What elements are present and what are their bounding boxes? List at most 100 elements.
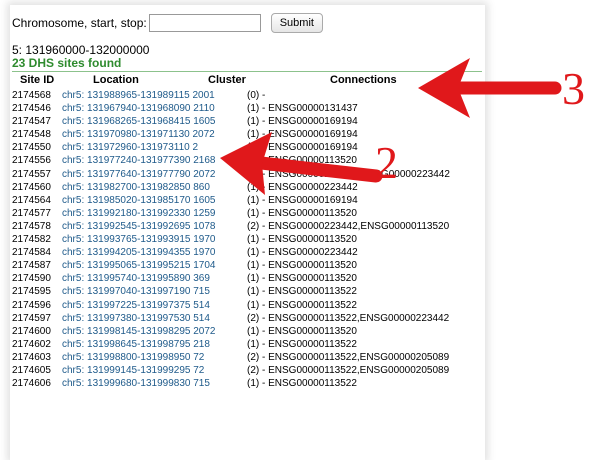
site-id-cell: 2174595 bbox=[12, 286, 51, 298]
cluster-link[interactable]: 2072 bbox=[193, 129, 215, 140]
column-header-location: Location bbox=[93, 74, 139, 86]
cluster-link[interactable]: 2 bbox=[193, 142, 199, 153]
connections-cell: (1) - ENSG00000113522 bbox=[247, 338, 357, 350]
cluster-link[interactable]: 860 bbox=[193, 182, 210, 193]
location-link[interactable]: chr5: 131972960-131973110 bbox=[62, 142, 190, 153]
cluster-link[interactable]: 1605 bbox=[193, 195, 215, 206]
region-input[interactable] bbox=[148, 14, 261, 32]
location-link[interactable]: chr5: 131999145-131999295 bbox=[62, 365, 190, 376]
connections-cell: (1) - ENSG00000169194 bbox=[247, 129, 358, 141]
site-id-cell: 2174603 bbox=[12, 351, 51, 363]
site-id-cell: 2174605 bbox=[12, 364, 51, 376]
connections-cell: (1) - ENSG00000169194 bbox=[247, 116, 358, 128]
location-link[interactable]: chr5: 131967940-131968090 bbox=[62, 103, 190, 114]
cluster-link[interactable]: 2072 bbox=[193, 169, 215, 180]
connections-cell: (1) - ENSG00000223442 bbox=[247, 247, 358, 259]
site-id-cell: 2174548 bbox=[12, 129, 51, 141]
table-row: 2174590 chr5: 131995740-131995890 369 (1) … bbox=[10, 272, 485, 285]
table-row: 2174578 chr5: 131992545-131992695 1078 (2)… bbox=[10, 220, 485, 233]
location-link[interactable]: chr5: 131997380-131997530 bbox=[62, 313, 190, 324]
header-divider bbox=[12, 71, 482, 72]
location-link[interactable]: chr5: 131999680-131999830 bbox=[62, 378, 190, 389]
connections-cell: (1) - ENSG00000113520 bbox=[247, 260, 357, 272]
location-link[interactable]: chr5: 131982700-131982850 bbox=[62, 182, 190, 193]
cluster-link[interactable]: 715 bbox=[193, 286, 210, 297]
location-cell: chr5: 131995740-131995890 369 bbox=[62, 272, 210, 285]
connections-cell: (1) - ENSG00000113522 bbox=[247, 286, 357, 298]
location-link[interactable]: chr5: 131995740-131995890 bbox=[62, 273, 190, 284]
location-link[interactable]: chr5: 131997040-131997190 bbox=[62, 286, 190, 297]
cluster-link[interactable]: 715 bbox=[193, 378, 210, 389]
location-link[interactable]: chr5: 131995065-131995215 bbox=[62, 260, 190, 271]
location-cell: chr5: 131982700-131982850 860 bbox=[62, 181, 210, 194]
connections-cell: (1) - ENSG00000169194 bbox=[247, 194, 358, 206]
table-row: 2174548 chr5: 131970980-131971130 2072 (1)… bbox=[10, 128, 485, 141]
connections-cell: (1) - ENSG00000131437 bbox=[247, 103, 358, 115]
location-link[interactable]: chr5: 131977640-131977790 bbox=[62, 169, 190, 180]
site-id-cell: 2174577 bbox=[12, 207, 51, 219]
cluster-link[interactable]: 2168 bbox=[193, 155, 215, 166]
cluster-link[interactable]: 2072 bbox=[193, 326, 215, 337]
location-cell: chr5: 131999680-131999830 715 bbox=[62, 377, 210, 390]
site-id-cell: 2174602 bbox=[12, 338, 51, 350]
location-link[interactable]: chr5: 131977240-131977390 bbox=[62, 155, 190, 166]
location-link[interactable]: chr5: 131994205-131994355 bbox=[62, 247, 190, 258]
table-row: 2174568 chr5: 131988965-131989115 2001 (0)… bbox=[10, 89, 485, 102]
submit-button[interactable]: Submit bbox=[270, 13, 323, 33]
table-row: 2174600 chr5: 131998145-131998295 2072 (1)… bbox=[10, 325, 485, 338]
cluster-link[interactable]: 514 bbox=[193, 300, 210, 311]
cluster-link[interactable]: 1704 bbox=[193, 260, 215, 271]
location-link[interactable]: chr5: 131998645-131998795 bbox=[62, 339, 190, 350]
location-link[interactable]: chr5: 131998145-131998295 bbox=[62, 326, 190, 337]
site-id-cell: 2174550 bbox=[12, 142, 51, 154]
cluster-link[interactable]: 1078 bbox=[193, 221, 215, 232]
cluster-link[interactable]: 2110 bbox=[193, 103, 215, 114]
location-link[interactable]: chr5: 131992180-131992330 bbox=[62, 208, 190, 219]
connections-cell: (2) - ENSG00000113522,ENSG00000205089 bbox=[247, 364, 450, 376]
location-link[interactable]: chr5: 131997225-131997375 bbox=[62, 300, 190, 311]
cluster-link[interactable]: 1970 bbox=[193, 234, 215, 245]
site-id-cell: 2174568 bbox=[12, 90, 51, 101]
cluster-link[interactable]: 1259 bbox=[193, 208, 215, 219]
site-id-cell: 2174590 bbox=[12, 273, 51, 285]
location-cell: chr5: 131997380-131997530 514 bbox=[62, 312, 210, 325]
site-id-cell: 2174596 bbox=[12, 299, 51, 311]
site-id-cell: 2174582 bbox=[12, 234, 51, 246]
table-row: 2174547 chr5: 131968265-131968415 1605 (1)… bbox=[10, 115, 485, 128]
location-cell: chr5: 131998145-131998295 2072 bbox=[62, 325, 215, 338]
browser-page: Chromosome, start, stop: Submit 5: 13196… bbox=[10, 5, 485, 460]
cluster-link[interactable]: 218 bbox=[193, 339, 210, 350]
location-cell: chr5: 131977640-131977790 2072 bbox=[62, 168, 215, 181]
location-link[interactable]: chr5: 131998800-131998950 bbox=[62, 352, 190, 363]
location-cell: chr5: 131968265-131968415 1605 bbox=[62, 115, 215, 128]
cluster-link[interactable]: 514 bbox=[193, 313, 210, 324]
region-range: 5: 131960000-132000000 bbox=[12, 43, 150, 57]
sites-found-count: 23 DHS sites found bbox=[12, 56, 122, 70]
table-row: 2174582 chr5: 131993765-131993915 1970 (1)… bbox=[10, 233, 485, 246]
table-row: 2174603 chr5: 131998800-131998950 72 (2) -… bbox=[10, 351, 485, 364]
cluster-link[interactable]: 2001 bbox=[193, 90, 215, 101]
location-link[interactable]: chr5: 131968265-131968415 bbox=[62, 116, 190, 127]
location-link[interactable]: chr5: 131970980-131971130 bbox=[62, 129, 190, 140]
location-link[interactable]: chr5: 131988965-131989115 bbox=[62, 90, 190, 101]
location-link[interactable]: chr5: 131985020-131985170 bbox=[62, 195, 190, 206]
location-link[interactable]: chr5: 131992545-131992695 bbox=[62, 221, 190, 232]
cluster-link[interactable]: 72 bbox=[193, 365, 204, 376]
connections-cell: (1) - ENSG00000113520 bbox=[247, 234, 357, 246]
location-cell: chr5: 131992545-131992695 1078 bbox=[62, 220, 215, 233]
callout-2: 2 bbox=[375, 137, 398, 188]
cluster-link[interactable]: 369 bbox=[193, 273, 210, 284]
table-row: 2174546 chr5: 131967940-131968090 2110 (1)… bbox=[10, 102, 485, 115]
location-cell: chr5: 131988965-131989115 2001 bbox=[62, 89, 215, 102]
table-row: 2174584 chr5: 131994205-131994355 1970 (1)… bbox=[10, 246, 485, 259]
cluster-link[interactable]: 1605 bbox=[193, 116, 215, 127]
connections-cell: (1) - ENSG00000223442 bbox=[247, 181, 358, 193]
cluster-link[interactable]: 72 bbox=[193, 352, 204, 363]
connections-cell: (2) - ENSG00000223442,ENSG00000113520 bbox=[247, 220, 450, 232]
site-id-cell: 2174547 bbox=[12, 116, 51, 128]
table-row: 2174595 chr5: 131997040-131997190 715 (1) … bbox=[10, 285, 485, 298]
cluster-link[interactable]: 1970 bbox=[193, 247, 215, 258]
connections-cell: (1) - ENSG00000113522 bbox=[247, 378, 357, 390]
location-link[interactable]: chr5: 131993765-131993915 bbox=[62, 234, 190, 245]
connections-cell: (2) - ENSG00000113522,ENSG00000205089 bbox=[247, 351, 450, 363]
